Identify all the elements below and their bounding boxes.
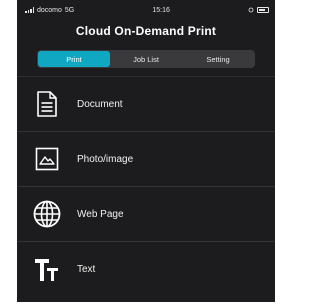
photo-icon (27, 147, 67, 171)
globe-icon (27, 200, 67, 228)
list-item-text[interactable]: Text (17, 242, 275, 296)
print-source-list: Document Photo/image Web Page Text (17, 77, 275, 296)
document-icon (27, 91, 67, 117)
list-item-photo[interactable]: Photo/image (17, 132, 275, 187)
tab-setting[interactable]: Setting (182, 51, 254, 67)
list-item-web-page[interactable]: Web Page (17, 187, 275, 242)
location-icon (248, 7, 254, 13)
status-right (248, 7, 269, 13)
signal-icon (25, 7, 34, 13)
status-left: docomo 5G (25, 7, 74, 14)
carrier-label: docomo (37, 6, 62, 14)
list-item-document[interactable]: Document (17, 77, 275, 132)
status-bar: docomo 5G 15:16 (17, 0, 275, 20)
status-time: 15:16 (152, 6, 170, 14)
list-item-label: Photo/image (77, 153, 134, 165)
list-item-label: Web Page (77, 208, 124, 220)
tab-job-list[interactable]: Job List (110, 51, 182, 67)
tab-bar: Print Job List Setting (37, 50, 255, 68)
app-screen: docomo 5G 15:16 Cloud On-Demand Print Pr… (17, 0, 275, 302)
list-item-label: Text (77, 263, 96, 275)
battery-icon (257, 7, 269, 13)
tab-print[interactable]: Print (38, 51, 110, 67)
list-item-label: Document (77, 98, 123, 110)
text-icon (27, 256, 67, 282)
network-label: 5G (64, 6, 75, 14)
app-title: Cloud On-Demand Print (75, 24, 217, 38)
